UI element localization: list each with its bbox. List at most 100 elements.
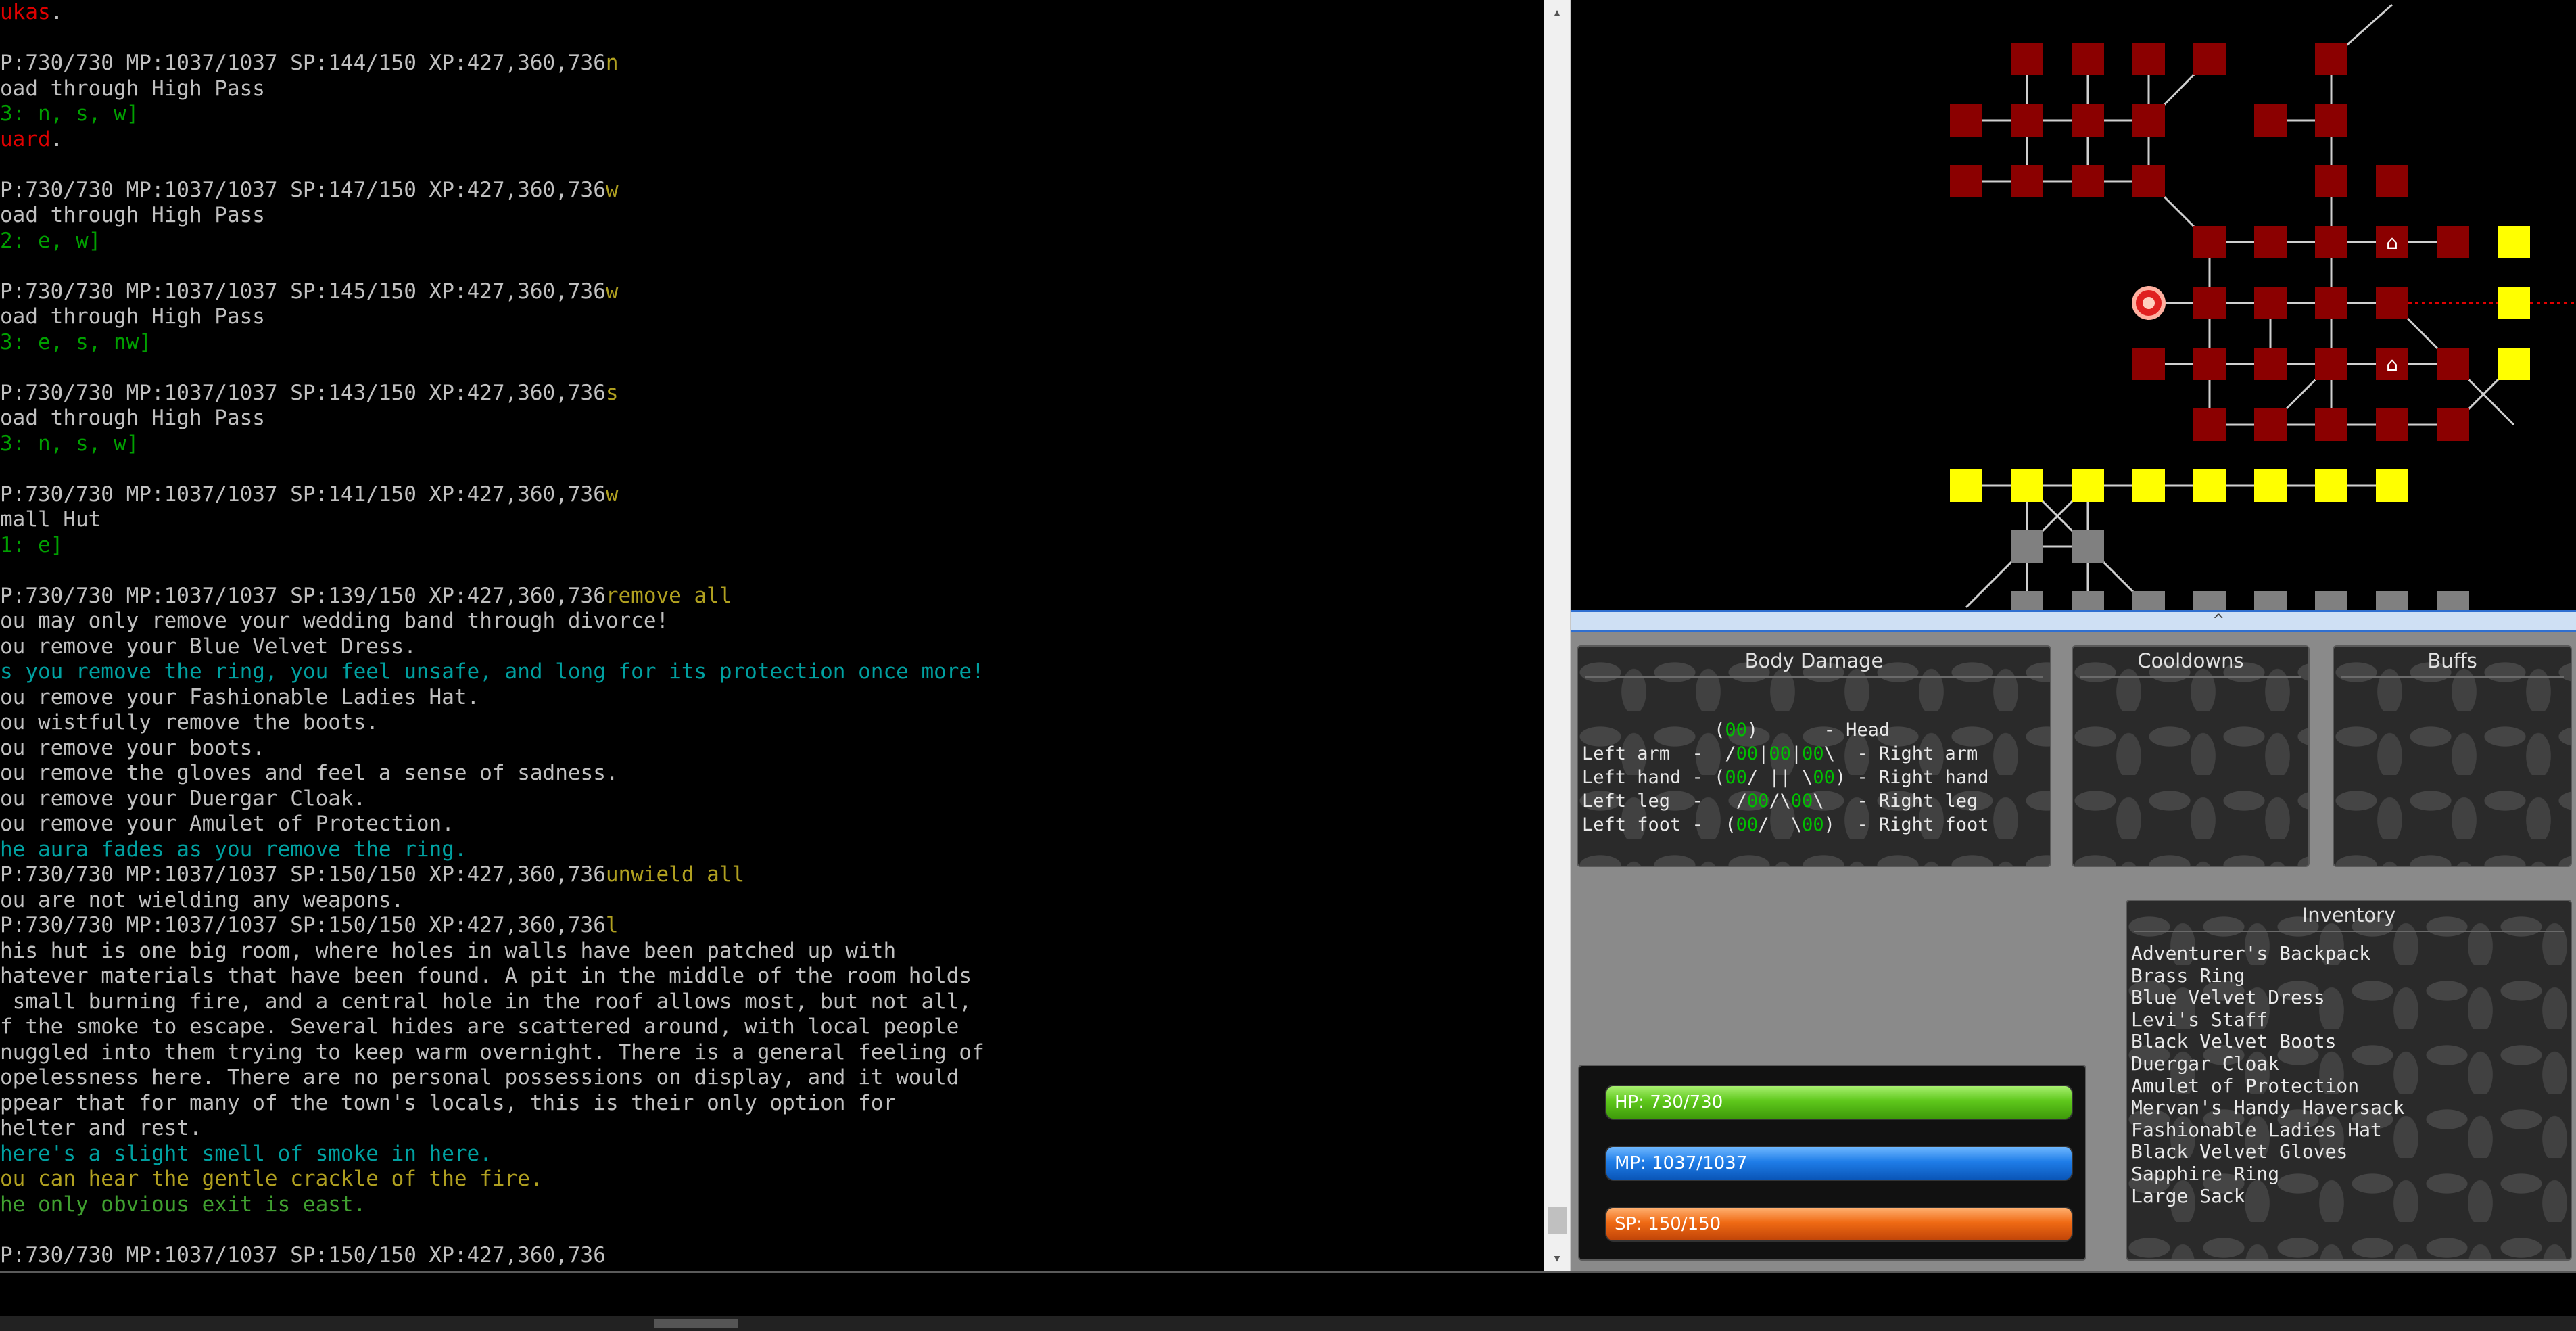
map-room[interactable]	[2011, 43, 2043, 75]
map-room[interactable]	[2011, 469, 2043, 502]
area-map[interactable]: ⌂ ⌂	[1571, 0, 2576, 610]
map-room[interactable]	[2254, 348, 2287, 380]
terminal-line: ou are not wielding any weapons.	[0, 888, 404, 913]
map-room[interactable]	[2193, 348, 2226, 380]
inventory-item[interactable]: Sapphire Ring	[2131, 1163, 2405, 1186]
map-room[interactable]	[2315, 104, 2347, 137]
terminal-text: ou remove your boots.	[0, 735, 265, 760]
collapse-arrow-icon[interactable]: ^	[2214, 611, 2223, 630]
terminal-text: uard	[0, 126, 51, 151]
scroll-down-icon[interactable]: ▾	[1544, 1246, 1570, 1271]
map-room[interactable]	[2254, 104, 2287, 137]
map-room[interactable]	[2254, 287, 2287, 319]
inventory-item[interactable]: Black Velvet Gloves	[2131, 1141, 2405, 1163]
terminal-line: f the smoke to escape. Several hides are…	[0, 1014, 959, 1040]
map-room[interactable]	[2315, 287, 2347, 319]
map-room[interactable]	[1950, 469, 1982, 502]
horizontal-scrollbar[interactable]	[0, 1316, 2576, 1331]
inventory-item[interactable]: Fashionable Ladies Hat	[2131, 1119, 2405, 1142]
map-room[interactable]	[2498, 287, 2530, 319]
map-room[interactable]	[2011, 530, 2043, 563]
map-room[interactable]	[2376, 165, 2408, 197]
inventory-item[interactable]: Black Velvet Boots	[2131, 1031, 2405, 1053]
map-room[interactable]	[2376, 408, 2408, 441]
scrollbar-thumb[interactable]	[1548, 1207, 1567, 1234]
command-input-bar[interactable]	[0, 1271, 2576, 1317]
map-room[interactable]	[2437, 226, 2469, 258]
terminal-line: P:730/730 MP:1037/1037 SP:143/150 XP:427…	[0, 381, 619, 406]
panel-splitter[interactable]: ^	[1571, 610, 2576, 632]
inventory-item[interactable]: Blue Velvet Dress	[2131, 987, 2405, 1009]
map-room[interactable]	[2315, 408, 2347, 441]
map-room[interactable]	[2132, 591, 2165, 610]
terminal-text: nuggled into them trying to keep warm ov…	[0, 1040, 984, 1065]
inventory-item[interactable]: Amulet of Protection	[2131, 1075, 2405, 1098]
inventory-item[interactable]: Levi's Staff	[2131, 1008, 2405, 1031]
map-room[interactable]	[2254, 226, 2287, 258]
map-room[interactable]	[2437, 408, 2469, 441]
buffs-title: Buffs	[2427, 649, 2477, 672]
map-room[interactable]	[2011, 591, 2043, 610]
map-room[interactable]	[2072, 591, 2104, 610]
inventory-item[interactable]: Large Sack	[2131, 1185, 2405, 1208]
map-room[interactable]	[2011, 104, 2043, 137]
map-room[interactable]	[2376, 591, 2408, 610]
map-room[interactable]	[2072, 43, 2104, 75]
terminal-text: 2: e, w]	[0, 228, 101, 253]
terminal-text: 3: n, s, w]	[0, 431, 139, 456]
map-room[interactable]	[2132, 43, 2165, 75]
map-room[interactable]	[2193, 591, 2226, 610]
terminal-scrollbar[interactable]: ▴ ▾	[1544, 0, 1570, 1271]
map-room[interactable]	[2132, 165, 2165, 197]
map-room[interactable]	[2011, 165, 2043, 197]
map-room[interactable]	[2072, 165, 2104, 197]
map-room[interactable]	[2072, 104, 2104, 137]
terminal-line: oad through High Pass	[0, 304, 265, 329]
terminal-line: ukas.	[0, 0, 63, 25]
map-room[interactable]	[2315, 43, 2347, 75]
buffs-box: Buffs	[2333, 645, 2572, 867]
map-room[interactable]	[2254, 469, 2287, 502]
map-room[interactable]	[2072, 469, 2104, 502]
terminal-text: P:730/730 MP:1037/1037 SP:147/150 XP:427…	[0, 177, 606, 202]
scrollbar-thumb[interactable]	[654, 1319, 738, 1328]
map-room[interactable]	[2254, 408, 2287, 441]
map-room[interactable]	[2193, 469, 2226, 502]
terminal-line: ou can hear the gentle crackle of the fi…	[0, 1167, 543, 1192]
scroll-up-icon[interactable]: ▴	[1544, 0, 1570, 26]
map-room[interactable]	[2193, 408, 2226, 441]
map-room[interactable]	[2193, 226, 2226, 258]
terminal-text: he only obvious exit is east.	[0, 1192, 366, 1217]
terminal-text: s	[605, 380, 619, 405]
map-room[interactable]	[2376, 287, 2408, 319]
map-room[interactable]	[2193, 287, 2226, 319]
map-room[interactable]	[2315, 469, 2347, 502]
map-room[interactable]	[1950, 104, 1982, 137]
map-room[interactable]	[2498, 348, 2530, 380]
map-room[interactable]	[2132, 104, 2165, 137]
map-room[interactable]	[2315, 165, 2347, 197]
map-room[interactable]	[2132, 348, 2165, 380]
map-room[interactable]	[2498, 226, 2530, 258]
inventory-item[interactable]: Brass Ring	[2131, 964, 2405, 987]
map-room[interactable]	[2437, 591, 2469, 610]
map-room[interactable]	[2376, 469, 2408, 502]
inventory-item[interactable]: Adventurer's Backpack	[2131, 942, 2405, 965]
terminal-text: P:730/730 MP:1037/1037 SP:150/150 XP:427…	[0, 862, 606, 887]
map-room[interactable]	[2315, 348, 2347, 380]
map-room[interactable]	[2315, 591, 2347, 610]
mud-output-terminal[interactable]: ukas. P:730/730 MP:1037/1037 SP:144/150 X…	[0, 0, 1544, 1271]
map-room[interactable]	[1950, 165, 1982, 197]
terminal-text: helter and rest.	[0, 1116, 202, 1140]
map-room[interactable]	[2315, 226, 2347, 258]
terminal-text: P:730/730 MP:1037/1037 SP:139/150 XP:427…	[0, 583, 606, 608]
inventory-item[interactable]: Duergar Cloak	[2131, 1052, 2405, 1075]
inventory-item[interactable]: Mervan's Handy Haversack	[2131, 1097, 2405, 1119]
terminal-text: hatever materials that have been found. …	[0, 964, 972, 988]
map-room[interactable]	[2132, 469, 2165, 502]
map-room[interactable]	[2072, 530, 2104, 563]
terminal-text: ou remove your Blue Velvet Dress.	[0, 634, 416, 659]
map-room[interactable]	[2193, 43, 2226, 75]
map-room[interactable]	[2437, 348, 2469, 380]
map-room[interactable]	[2254, 591, 2287, 610]
